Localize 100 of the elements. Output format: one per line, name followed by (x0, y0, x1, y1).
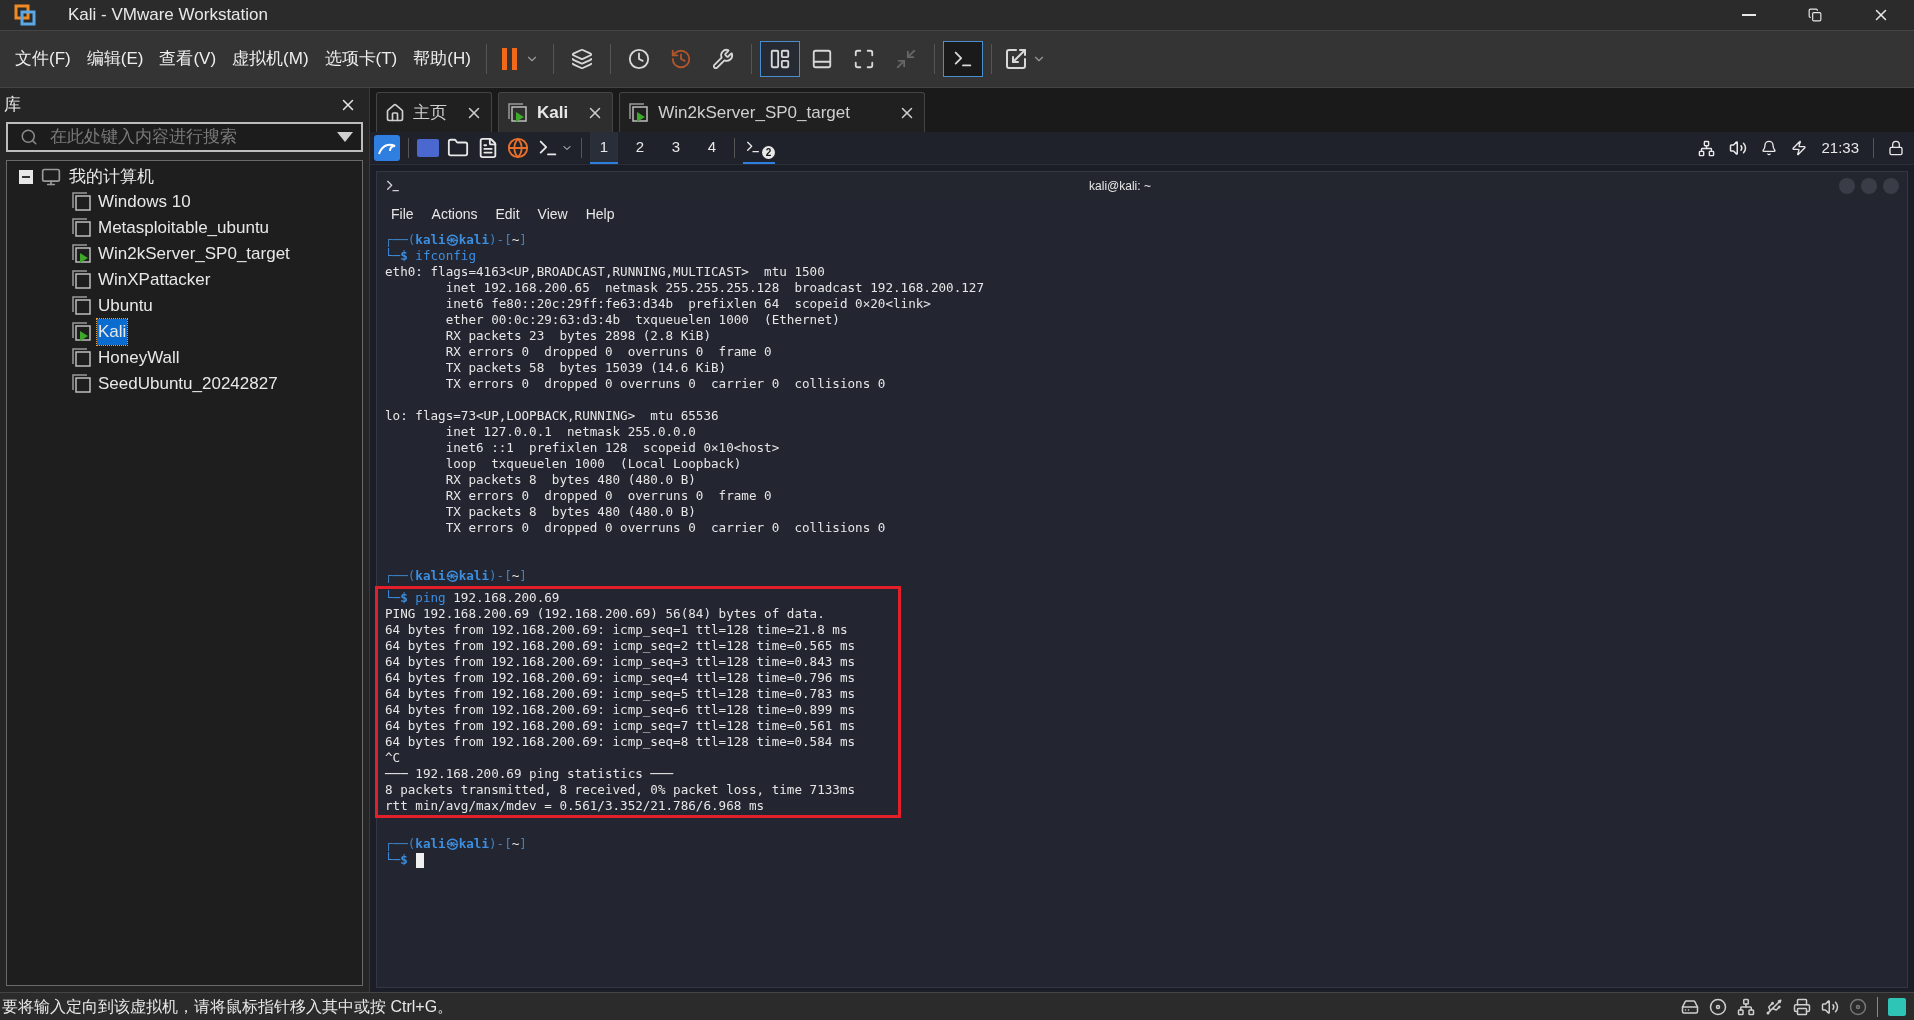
menu-item[interactable]: 编辑(E) (79, 44, 151, 74)
running-vm-icon (71, 243, 93, 265)
terminal-output-line: ether 00:0c:29:63:d3:4b txqueuelen 1000 (Ethernet) (444, 312, 840, 328)
console-view-button[interactable] (942, 41, 983, 77)
shrink-arrows-icon (894, 48, 917, 70)
workspace-button[interactable]: 4 (698, 132, 726, 164)
menu-item[interactable]: 帮助(H) (406, 44, 478, 74)
usb-icon[interactable] (1765, 997, 1783, 1016)
tree-item[interactable]: Kali (97, 319, 128, 345)
tab[interactable]: 主页 (376, 92, 492, 132)
tree-item[interactable]: HoneyWall (97, 345, 181, 371)
vm-icon (71, 191, 93, 213)
dropdown-caret-icon[interactable] (337, 132, 353, 142)
tree-item[interactable]: 我的计算机 (69, 164, 154, 190)
terminal-output-line: 64 bytes from 192.168.200.69: icmp_seq=5 ttl=128 time=0.783 ms (385, 686, 856, 702)
workspace-button[interactable]: 1 (590, 132, 618, 164)
folder-icon[interactable] (447, 137, 469, 159)
fullscreen-icon (852, 48, 875, 70)
bottom-panel-icon (810, 48, 833, 70)
workspace-button[interactable]: 3 (662, 132, 690, 164)
menu-item[interactable]: 查看(V) (152, 44, 224, 74)
terminal-menu-item[interactable]: File (391, 203, 414, 225)
workspace-button[interactable]: 2 (626, 132, 654, 164)
printer-icon[interactable] (1793, 997, 1811, 1016)
prompt-line: ┌──(kali㉿kali)-[~] (385, 568, 527, 584)
terminal-output-line: 64 bytes from 192.168.200.69: icmp_seq=2 ttl=128 time=0.565 ms (385, 638, 856, 654)
kali-menu-icon[interactable] (374, 135, 400, 161)
app-logo-icon (14, 4, 36, 26)
tree-item[interactable]: WinXPattacker (97, 267, 212, 293)
menu-item[interactable]: 文件(F) (8, 44, 78, 74)
running-vm-icon (507, 101, 529, 124)
tab[interactable]: Kali (498, 92, 614, 132)
prompt-line: ┌──(kali㉿kali)-[~] (385, 232, 527, 248)
vm-icon (71, 373, 93, 395)
terminal-output-line: rtt min/avg/max/mdev = 0.561/3.352/21.786/6.968 ms (385, 798, 765, 814)
pause-icon (500, 47, 519, 71)
tree-item[interactable]: Ubuntu (97, 293, 154, 319)
tree-item[interactable]: Win2kServer_SP0_target (97, 241, 291, 267)
library-view-button[interactable] (759, 41, 800, 77)
terminal-output-line: 64 bytes from 192.168.200.69: icmp_seq=6 ttl=128 time=0.899 ms (385, 702, 856, 718)
terminal-icon (385, 178, 401, 194)
terminal-output-line: TX packets 8 bytes 480 (480.0 B) (444, 504, 696, 520)
stack-icon (570, 48, 593, 70)
terminal-menu-item[interactable]: Edit (495, 203, 520, 225)
terminal-menu-item[interactable]: Help (585, 203, 615, 225)
terminal-output-line: 64 bytes from 192.168.200.69: icmp_seq=3 ttl=128 time=0.843 ms (385, 654, 856, 670)
terminal-title: kali@kali: ~ (1088, 178, 1152, 195)
prompt-line: ┌──(kali㉿kali)-[~] (385, 836, 527, 852)
terminal-output-line: RX packets 8 bytes 480 (480.0 B) (444, 472, 696, 488)
terminal-menu-item[interactable]: Actions (431, 203, 478, 225)
terminal-output-line: 64 bytes from 192.168.200.69: icmp_seq=1 ttl=128 time=21.8 ms (385, 622, 848, 638)
terminal-output-line: loop txqueuelen 1000 (Local Loopback) (444, 456, 742, 472)
status-text: 要将输入定向到该虚拟机，请将鼠标指针移入其中或按 Ctrl+G。 (2, 996, 454, 1017)
tree-item[interactable]: SeedUbuntu_20242827 (97, 371, 279, 397)
terminal-output-line: inet 127.0.0.1 netmask 255.0.0.0 (444, 424, 696, 440)
command-line: └─$ ping 192.168.200.69 (385, 590, 560, 606)
terminal-output-line: ─── 192.168.200.69 ping statistics ─── (385, 766, 674, 782)
terminal-window-icon[interactable] (745, 139, 761, 155)
terminal-output-line: 64 bytes from 192.168.200.69: icmp_seq=8 ttl=128 time=0.584 ms (385, 734, 856, 750)
wrench-icon (711, 48, 734, 70)
lock-icon[interactable] (1888, 140, 1904, 156)
tab[interactable]: Win2kServer_SP0_target (619, 92, 925, 132)
command-line: └─$ (385, 852, 408, 868)
browser-icon[interactable] (507, 137, 529, 159)
vm-icon (71, 217, 93, 239)
terminal-output-line: 64 bytes from 192.168.200.69: icmp_seq=7 ttl=128 time=0.561 ms (385, 718, 856, 734)
running-vm-icon (628, 101, 651, 124)
terminal-output-line: 8 packets transmitted, 8 received, 0% packet loss, time 7133ms (385, 782, 856, 798)
terminal-menu-item[interactable]: View (537, 203, 568, 225)
terminal-output-line: inet6 ::1 prefixlen 128 scopeid 0×10<host> (444, 440, 780, 456)
terminal-output-line: eth0: flags=4163<UP,BROADCAST,RUNNING,MULTICAST> mtu 1500 (385, 264, 825, 280)
sound-icon[interactable] (1821, 997, 1839, 1016)
terminal-output-line: TX packets 58 bytes 15039 (14.6 KiB) (444, 360, 727, 376)
terminal-output-line: TX errors 0 dropped 0 overruns 0 carrier 0 collisions 0 (444, 520, 886, 536)
terminal-output-line: TX errors 0 dropped 0 overruns 0 carrier 0 collisions 0 (444, 376, 886, 392)
collapse-toggle[interactable] (19, 170, 33, 184)
network-icon[interactable] (1698, 139, 1716, 157)
disc-icon[interactable] (1709, 997, 1727, 1016)
terminal-output-line: inet 192.168.200.65 netmask 255.255.255.128 broadcast 192.168.200.127 (444, 280, 984, 296)
message-icon[interactable] (1888, 997, 1906, 1016)
terminal-output-line: PING 192.168.200.69 (192.168.200.69) 56(84) bytes of data. (385, 606, 825, 622)
menu-item[interactable]: 虚拟机(M) (225, 44, 316, 74)
minimize-icon (1742, 14, 1756, 16)
terminal-output-line: lo: flags=73<UP,LOOPBACK,RUNNING> mtu 65536 (385, 408, 719, 424)
vm-icon (71, 269, 93, 291)
search-field[interactable]: 在此处键入内容进行搜索 (6, 122, 363, 152)
notification-icon[interactable] (1761, 140, 1778, 156)
terminal-output-line: RX errors 0 dropped 0 overruns 0 frame 0 (444, 488, 772, 504)
tree-item[interactable]: Windows 10 (97, 189, 192, 215)
terminal-output-line: RX errors 0 dropped 0 overruns 0 frame 0 (444, 344, 772, 360)
home-icon (385, 102, 405, 123)
text-editor-icon[interactable] (477, 137, 499, 159)
terminal-output-line: 64 bytes from 192.168.200.69: icmp_seq=4 ttl=128 time=0.796 ms (385, 670, 856, 686)
tree-item[interactable]: Metasploitable_ubuntu (97, 215, 271, 241)
terminal-output-line: RX packets 23 bytes 2898 (2.8 KiB) (444, 328, 712, 344)
menu-item[interactable]: 选项卡(T) (317, 44, 405, 74)
volume-icon[interactable] (1729, 139, 1748, 157)
library-title: 库 (4, 94, 21, 117)
clock-text: 21:33 (1821, 137, 1859, 158)
network-adapter-icon[interactable] (1737, 997, 1755, 1016)
